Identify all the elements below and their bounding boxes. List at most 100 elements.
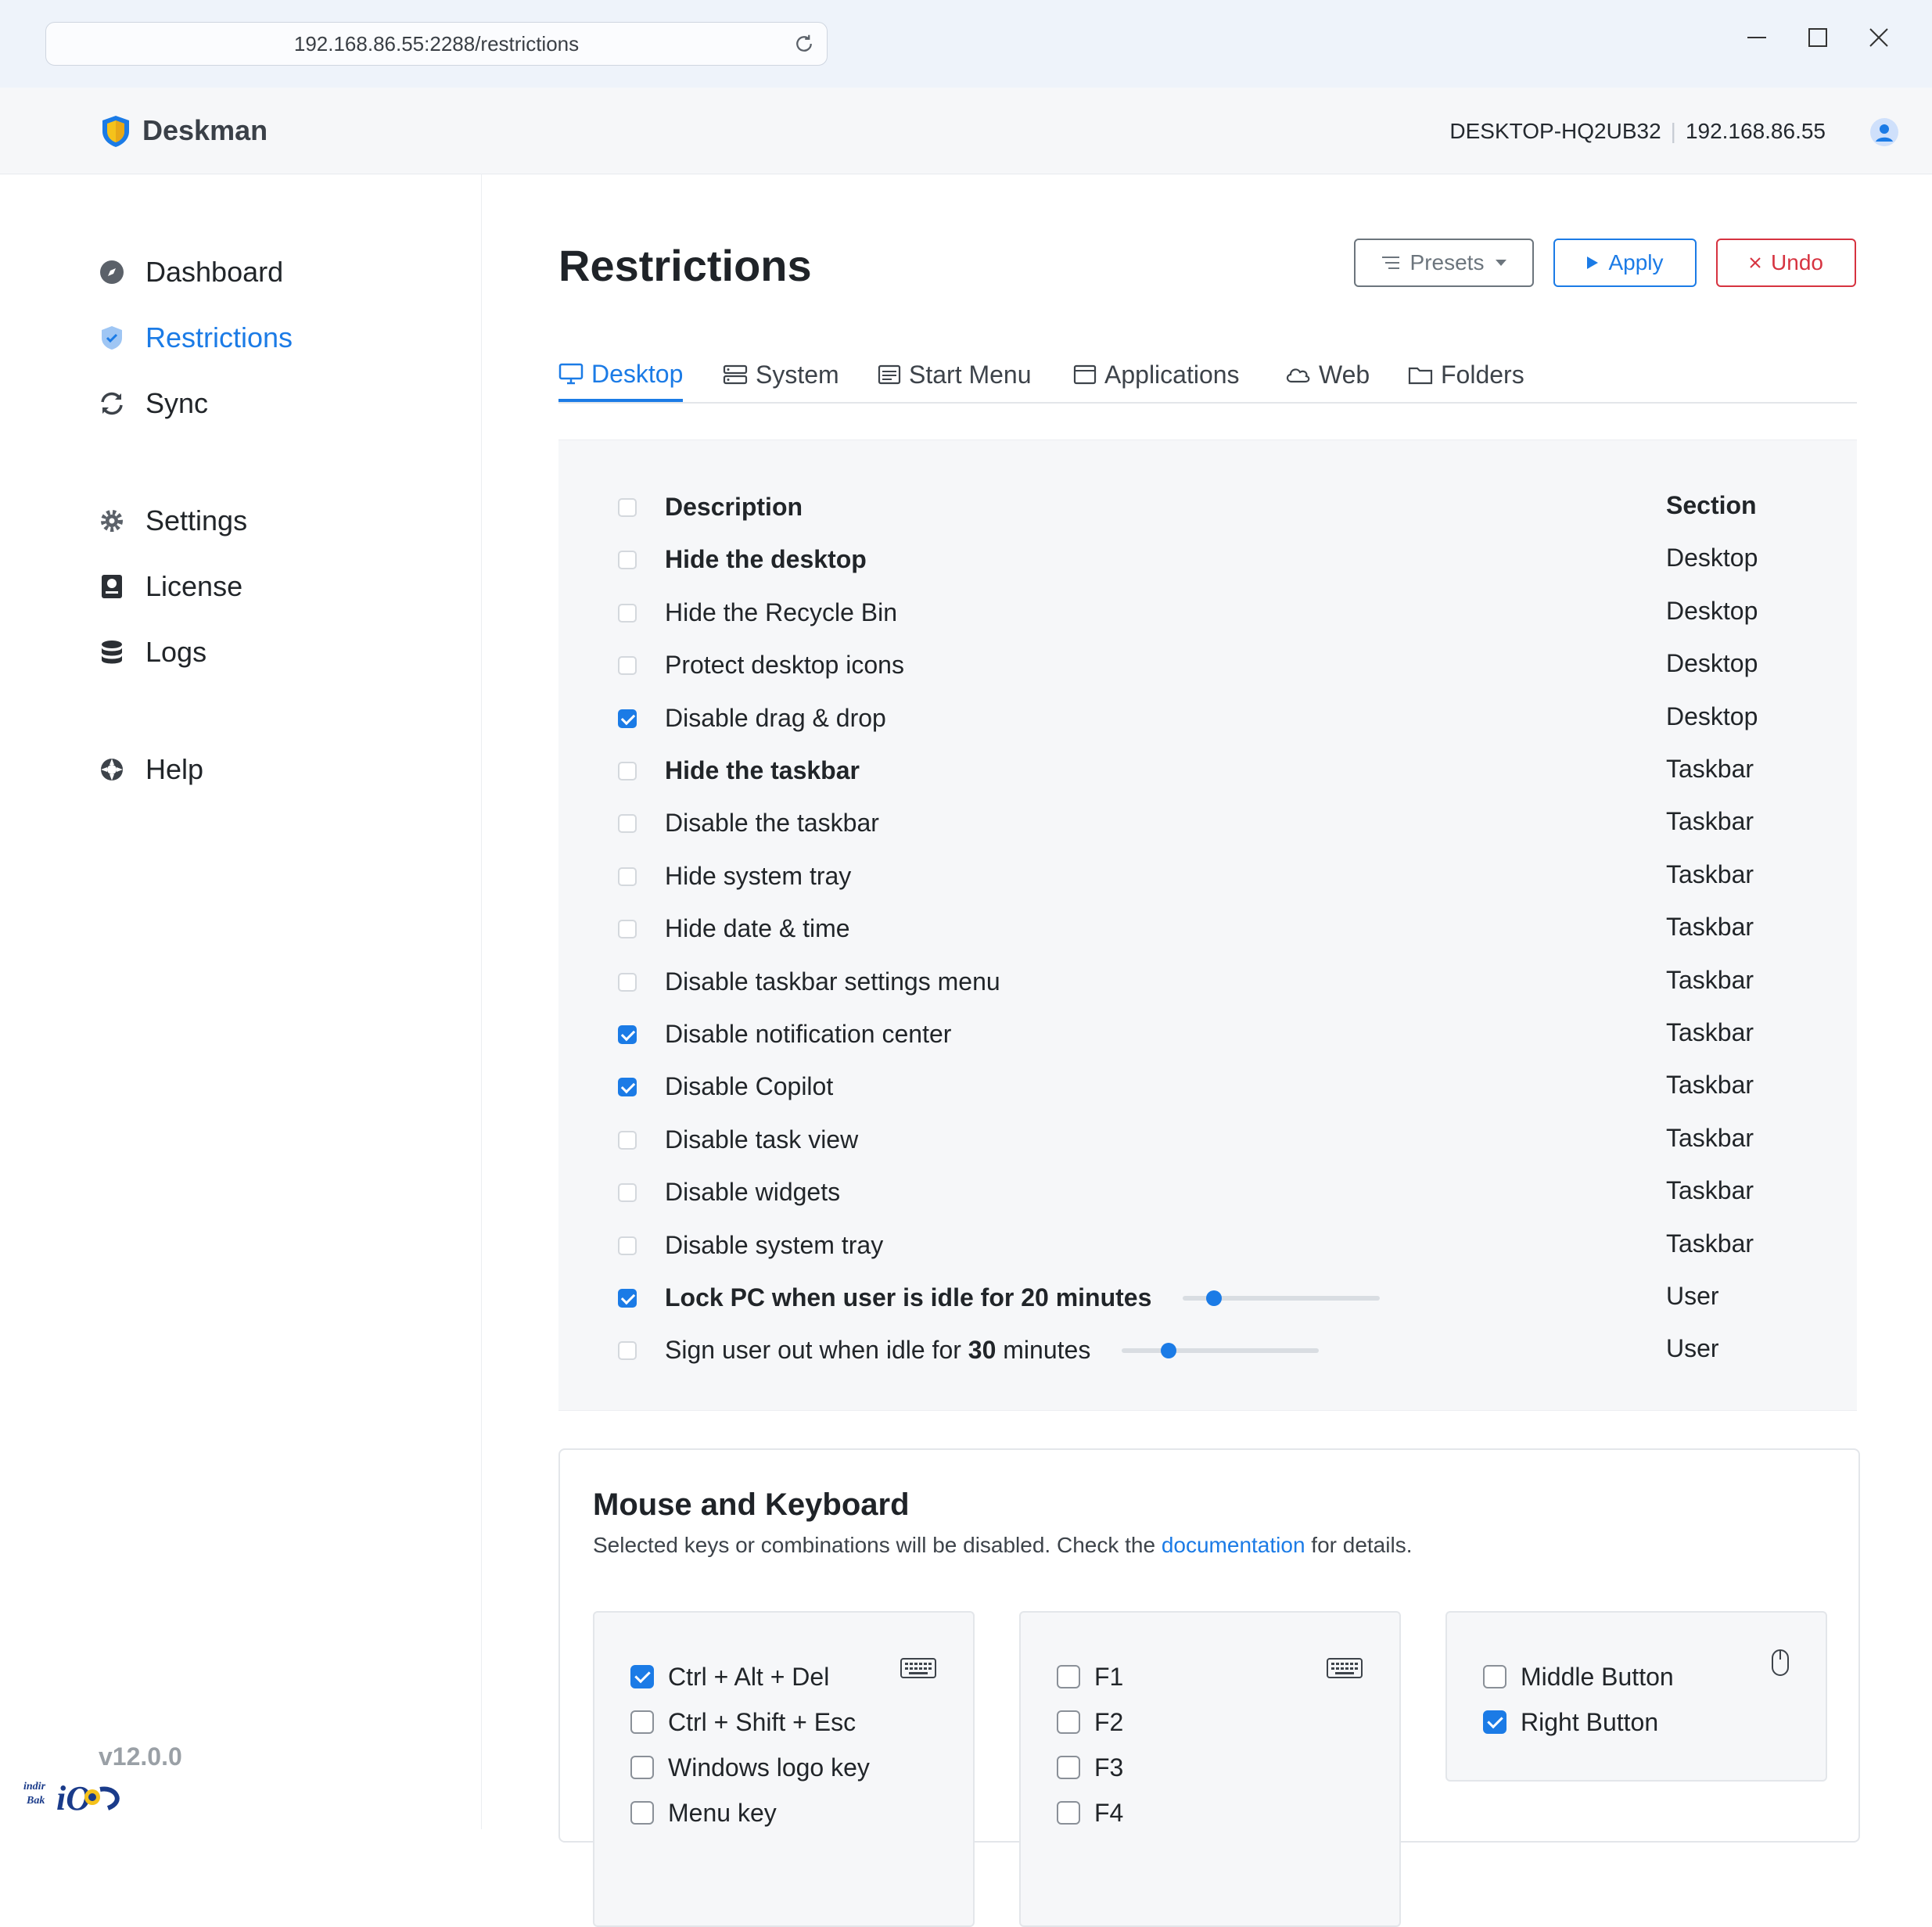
key-checkbox[interactable] xyxy=(630,1801,654,1825)
key-option[interactable]: Ctrl + Shift + Esc xyxy=(630,1700,856,1744)
user-avatar-icon[interactable] xyxy=(1869,117,1899,147)
minimize-icon[interactable] xyxy=(1741,22,1772,53)
sidebar-item-sync[interactable]: Sync xyxy=(99,380,208,427)
idle-minutes-value: 20 xyxy=(1021,1283,1049,1312)
row-checkbox[interactable] xyxy=(618,551,637,570)
sidebar-item-restrictions[interactable]: Restrictions xyxy=(99,314,293,361)
sidebar-item-license[interactable]: License xyxy=(99,563,242,610)
table-row[interactable]: Disable widgets Taskbar xyxy=(558,1166,1857,1218)
key-checkbox[interactable] xyxy=(1057,1756,1080,1779)
host-ip: 192.168.86.55 xyxy=(1685,119,1826,143)
key-option[interactable]: Ctrl + Alt + Del xyxy=(630,1655,829,1699)
compass-icon xyxy=(99,259,125,285)
table-row[interactable]: Disable the taskbar Taskbar xyxy=(558,797,1857,849)
row-checkbox[interactable] xyxy=(618,867,637,886)
sidebar-item-logs[interactable]: Logs xyxy=(99,629,206,676)
apply-button[interactable]: Apply xyxy=(1553,239,1697,287)
indir-bak-watermark-logo: indir Bak iO xyxy=(23,1779,120,1818)
address-text[interactable]: 192.168.86.55:2288/restrictions xyxy=(46,23,827,65)
row-checkbox[interactable] xyxy=(618,1078,637,1097)
key-checkbox[interactable] xyxy=(1057,1710,1080,1734)
row-checkbox[interactable] xyxy=(618,709,637,728)
key-checkbox[interactable] xyxy=(1483,1665,1506,1688)
table-row[interactable]: Disable drag & drop Desktop xyxy=(558,692,1857,745)
row-checkbox[interactable] xyxy=(618,603,637,623)
row-checkbox[interactable] xyxy=(618,656,637,676)
table-row[interactable]: Protect desktop icons Desktop xyxy=(558,639,1857,691)
sidebar-item-label: License xyxy=(145,570,243,602)
table-row[interactable]: Hide system tray Taskbar xyxy=(558,850,1857,902)
sidebar-item-dashboard[interactable]: Dashboard xyxy=(99,249,283,296)
table-row[interactable]: Disable system tray Taskbar xyxy=(558,1219,1857,1272)
table-row[interactable]: Hide the Recycle Bin Desktop xyxy=(558,587,1857,639)
table-row[interactable]: Hide the taskbar Taskbar xyxy=(558,745,1857,797)
sidebar-item-help[interactable]: Help xyxy=(99,746,203,793)
idle-table-row[interactable]: Sign user out when idle for 30 minutes Us… xyxy=(558,1324,1857,1376)
documentation-link[interactable]: documentation xyxy=(1162,1533,1305,1557)
tab-label: Start Menu xyxy=(909,360,1032,389)
row-description: Hide the Recycle Bin xyxy=(665,597,898,626)
sidebar-item-settings[interactable]: Settings xyxy=(99,497,247,544)
row-checkbox[interactable] xyxy=(618,1183,637,1203)
idle-table-row[interactable]: Lock PC when user is idle for 20 minutes… xyxy=(558,1272,1857,1324)
key-checkbox[interactable] xyxy=(1483,1710,1506,1734)
host-info: DESKTOP-HQ2UB32 | 192.168.86.55 xyxy=(1449,119,1826,143)
row-checkbox[interactable] xyxy=(618,814,637,834)
idle-minutes-value: 30 xyxy=(968,1336,997,1365)
row-description: Lock PC when user is idle for 20 minutes xyxy=(665,1279,1151,1315)
reload-icon[interactable] xyxy=(792,32,816,56)
presets-dropdown-button[interactable]: Presets xyxy=(1354,239,1534,287)
key-checkbox[interactable] xyxy=(630,1710,654,1734)
tab-start-menu[interactable]: Start Menu xyxy=(878,349,1032,400)
maximize-icon[interactable] xyxy=(1802,22,1833,53)
key-checkbox[interactable] xyxy=(630,1756,654,1779)
close-icon[interactable] xyxy=(1863,22,1894,53)
row-checkbox[interactable] xyxy=(618,1289,637,1308)
key-option[interactable]: F1 xyxy=(1057,1655,1123,1699)
key-option[interactable]: F3 xyxy=(1057,1746,1123,1789)
select-all-checkbox[interactable] xyxy=(618,498,637,517)
idle-minutes-slider[interactable] xyxy=(1183,1290,1380,1306)
row-checkbox[interactable] xyxy=(618,1025,637,1044)
brand-name[interactable]: Deskman xyxy=(142,111,268,150)
key-option[interactable]: Menu key xyxy=(630,1791,777,1835)
table-row[interactable]: Disable task view Taskbar xyxy=(558,1114,1857,1166)
row-checkbox[interactable] xyxy=(618,1236,637,1255)
deskman-logo-icon[interactable] xyxy=(100,114,131,149)
tab-desktop[interactable]: Desktop xyxy=(558,349,684,402)
row-checkbox[interactable] xyxy=(618,762,637,780)
table-row[interactable]: Disable taskbar settings menu Taskbar xyxy=(558,956,1857,1008)
key-option[interactable]: Right Button xyxy=(1483,1700,1658,1744)
table-row[interactable]: Hide the desktop Desktop xyxy=(558,533,1857,586)
tab-folders[interactable]: Folders xyxy=(1408,349,1524,400)
row-section: Desktop xyxy=(1666,702,1758,730)
undo-button[interactable]: Undo xyxy=(1716,239,1856,287)
tab-applications[interactable]: Applications xyxy=(1073,349,1240,400)
mouse-keyboard-title: Mouse and Keyboard xyxy=(593,1487,910,1522)
row-checkbox[interactable] xyxy=(618,1130,637,1150)
key-option[interactable]: Middle Button xyxy=(1483,1655,1674,1699)
table-row[interactable]: Disable notification center Taskbar xyxy=(558,1008,1857,1060)
tab-system[interactable]: System xyxy=(723,349,839,400)
key-checkbox[interactable] xyxy=(1057,1801,1080,1825)
row-checkbox[interactable] xyxy=(618,1341,637,1361)
row-section: Desktop xyxy=(1666,596,1758,625)
table-row[interactable]: Disable Copilot Taskbar xyxy=(558,1060,1857,1113)
address-bar[interactable]: 192.168.86.55:2288/restrictions xyxy=(45,22,828,66)
table-row[interactable]: Hide date & time Taskbar xyxy=(558,902,1857,955)
key-option[interactable]: F2 xyxy=(1057,1700,1123,1744)
key-option[interactable]: Windows logo key xyxy=(630,1746,870,1789)
key-checkbox[interactable] xyxy=(630,1665,654,1688)
row-description: Hide the taskbar xyxy=(665,756,860,784)
tab-web[interactable]: Web xyxy=(1284,349,1370,400)
tab-label: System xyxy=(756,360,839,389)
slider-thumb[interactable] xyxy=(1206,1290,1223,1306)
slider-thumb[interactable] xyxy=(1161,1343,1177,1359)
row-checkbox[interactable] xyxy=(618,972,637,992)
key-checkbox[interactable] xyxy=(1057,1665,1080,1688)
gear-icon xyxy=(99,508,125,534)
row-checkbox[interactable] xyxy=(618,920,637,939)
mouse-icon xyxy=(1771,1649,1790,1681)
key-option[interactable]: F4 xyxy=(1057,1791,1123,1835)
idle-minutes-slider[interactable] xyxy=(1122,1343,1319,1359)
